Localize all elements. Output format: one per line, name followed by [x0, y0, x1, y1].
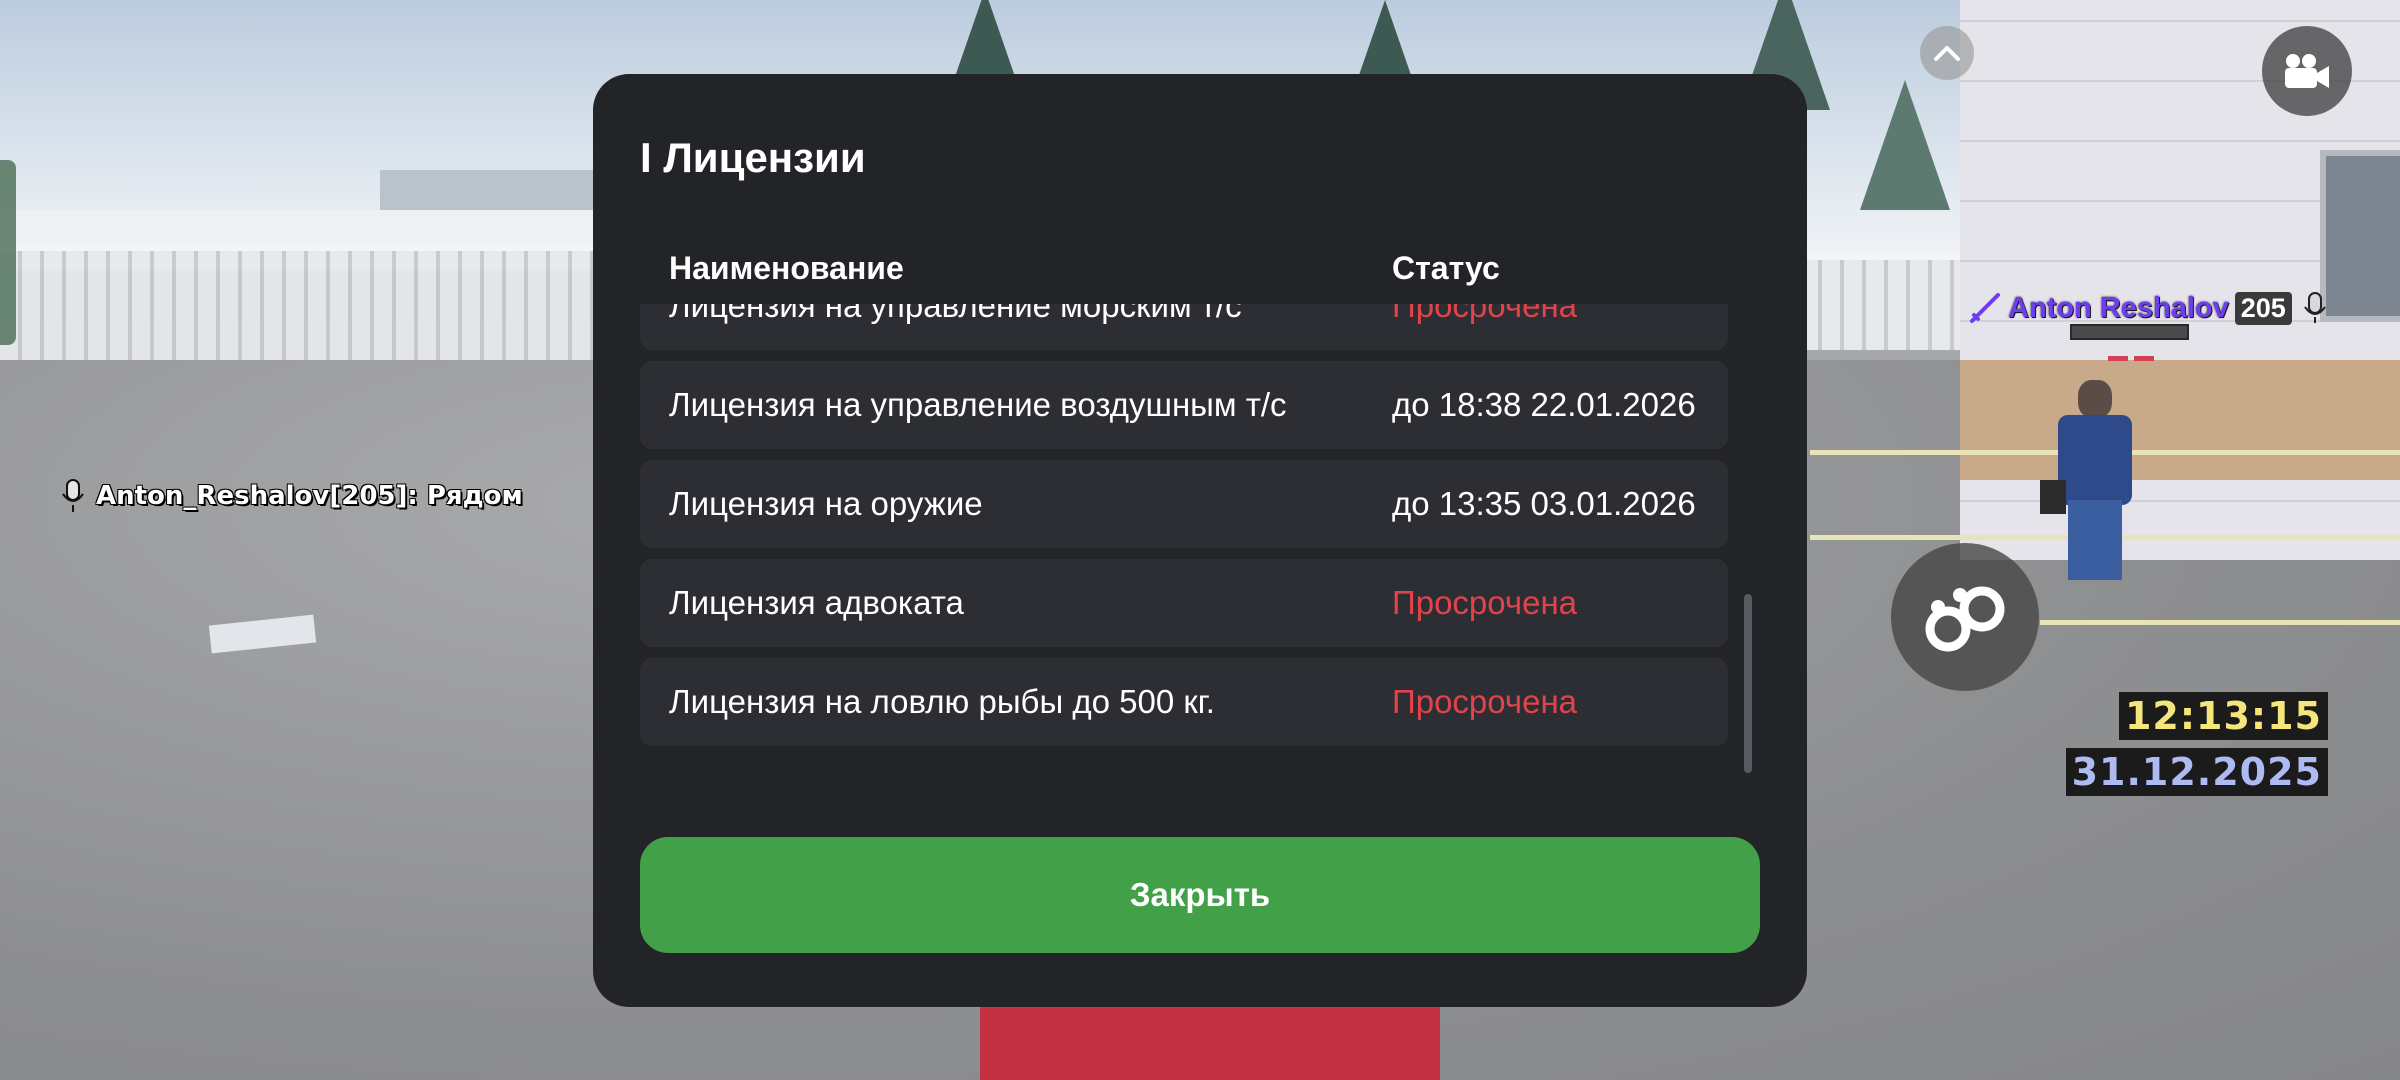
handcuffs-icon	[1925, 586, 2005, 652]
sword-icon	[1970, 293, 2000, 323]
microphone-icon	[2303, 292, 2326, 323]
license-list[interactable]: Лицензия на управление морским т/с Проср…	[640, 304, 1728, 773]
scrollbar-thumb[interactable]	[1744, 594, 1752, 773]
health-bar	[2070, 324, 2189, 340]
player-nametag: Anton Reshalov 205	[1968, 288, 2332, 328]
close-button[interactable]: Закрыть	[640, 837, 1760, 953]
building-base	[1960, 360, 2400, 480]
parking-line	[2040, 620, 2400, 625]
side-panel-tab[interactable]	[0, 160, 16, 345]
license-name: Лицензия на оружие	[669, 485, 983, 522]
license-list-content: Лицензия на управление морским т/с Проср…	[640, 304, 1728, 757]
camera-button[interactable]	[2262, 26, 2352, 116]
building-window	[2320, 150, 2400, 322]
column-header-status: Статус	[1392, 250, 1500, 286]
license-status: Просрочена	[1392, 683, 1578, 720]
collapse-button[interactable]	[1920, 26, 1974, 80]
character-head	[2078, 380, 2112, 418]
license-row[interactable]: Лицензия на ловлю рыбы до 500 кг. Просро…	[640, 658, 1728, 746]
license-name: Лицензия на управление воздушным т/с	[669, 386, 1287, 423]
player-name: Anton Reshalov	[2008, 291, 2229, 324]
character-legs	[2068, 500, 2122, 580]
chevron-up-icon	[1934, 46, 1960, 61]
fence	[1800, 255, 1980, 350]
license-status: Просрочена	[1392, 584, 1578, 621]
game-time: 12:13:15	[2118, 692, 2328, 740]
license-name: Лицензия адвоката	[669, 584, 964, 621]
character-body	[2058, 415, 2132, 505]
license-status: Просрочена	[1392, 304, 1578, 324]
column-header-name: Наименование	[669, 250, 904, 286]
license-status: до 18:38 22.01.2026	[1392, 386, 1696, 423]
microphone-icon	[62, 479, 84, 512]
license-name: Лицензия на управление морским т/с	[669, 304, 1242, 324]
license-status: до 13:35 03.01.2026	[1392, 485, 1696, 522]
chat-message: Anton_Reshalov[205]: Рядом	[58, 478, 523, 514]
list-scrollbar[interactable]	[1744, 304, 1752, 773]
license-row[interactable]: Лицензия на управление морским т/с Проср…	[640, 304, 1728, 350]
armor-bar	[2134, 356, 2154, 361]
license-row[interactable]: Лицензия адвоката Просрочена	[640, 559, 1728, 647]
fence	[0, 245, 600, 367]
dialog-title: I Лицензии	[640, 134, 866, 181]
character-briefcase	[2040, 480, 2066, 514]
game-date: 31.12.2025	[2065, 748, 2328, 796]
licenses-dialog: I Лицензии Наименование Статус Лицензия …	[593, 74, 1807, 1007]
license-row[interactable]: Лицензия на оружие до 13:35 03.01.2026	[640, 460, 1728, 548]
video-camera-icon	[2285, 54, 2329, 88]
player-character[interactable]	[2040, 360, 2150, 580]
game-scene: Anton Reshalov 205 Anton_Reshalov[205]: …	[0, 0, 2400, 1080]
pine-tree	[1860, 80, 1950, 210]
handcuffs-button[interactable]	[1891, 543, 2039, 691]
license-row[interactable]: Лицензия на управление воздушным т/с до …	[640, 361, 1728, 449]
chat-text: Anton_Reshalov[205]: Рядом	[96, 481, 523, 511]
player-id: 205	[2234, 291, 2292, 325]
license-name: Лицензия на ловлю рыбы до 500 кг.	[669, 683, 1215, 720]
armor-bar	[2108, 356, 2128, 361]
